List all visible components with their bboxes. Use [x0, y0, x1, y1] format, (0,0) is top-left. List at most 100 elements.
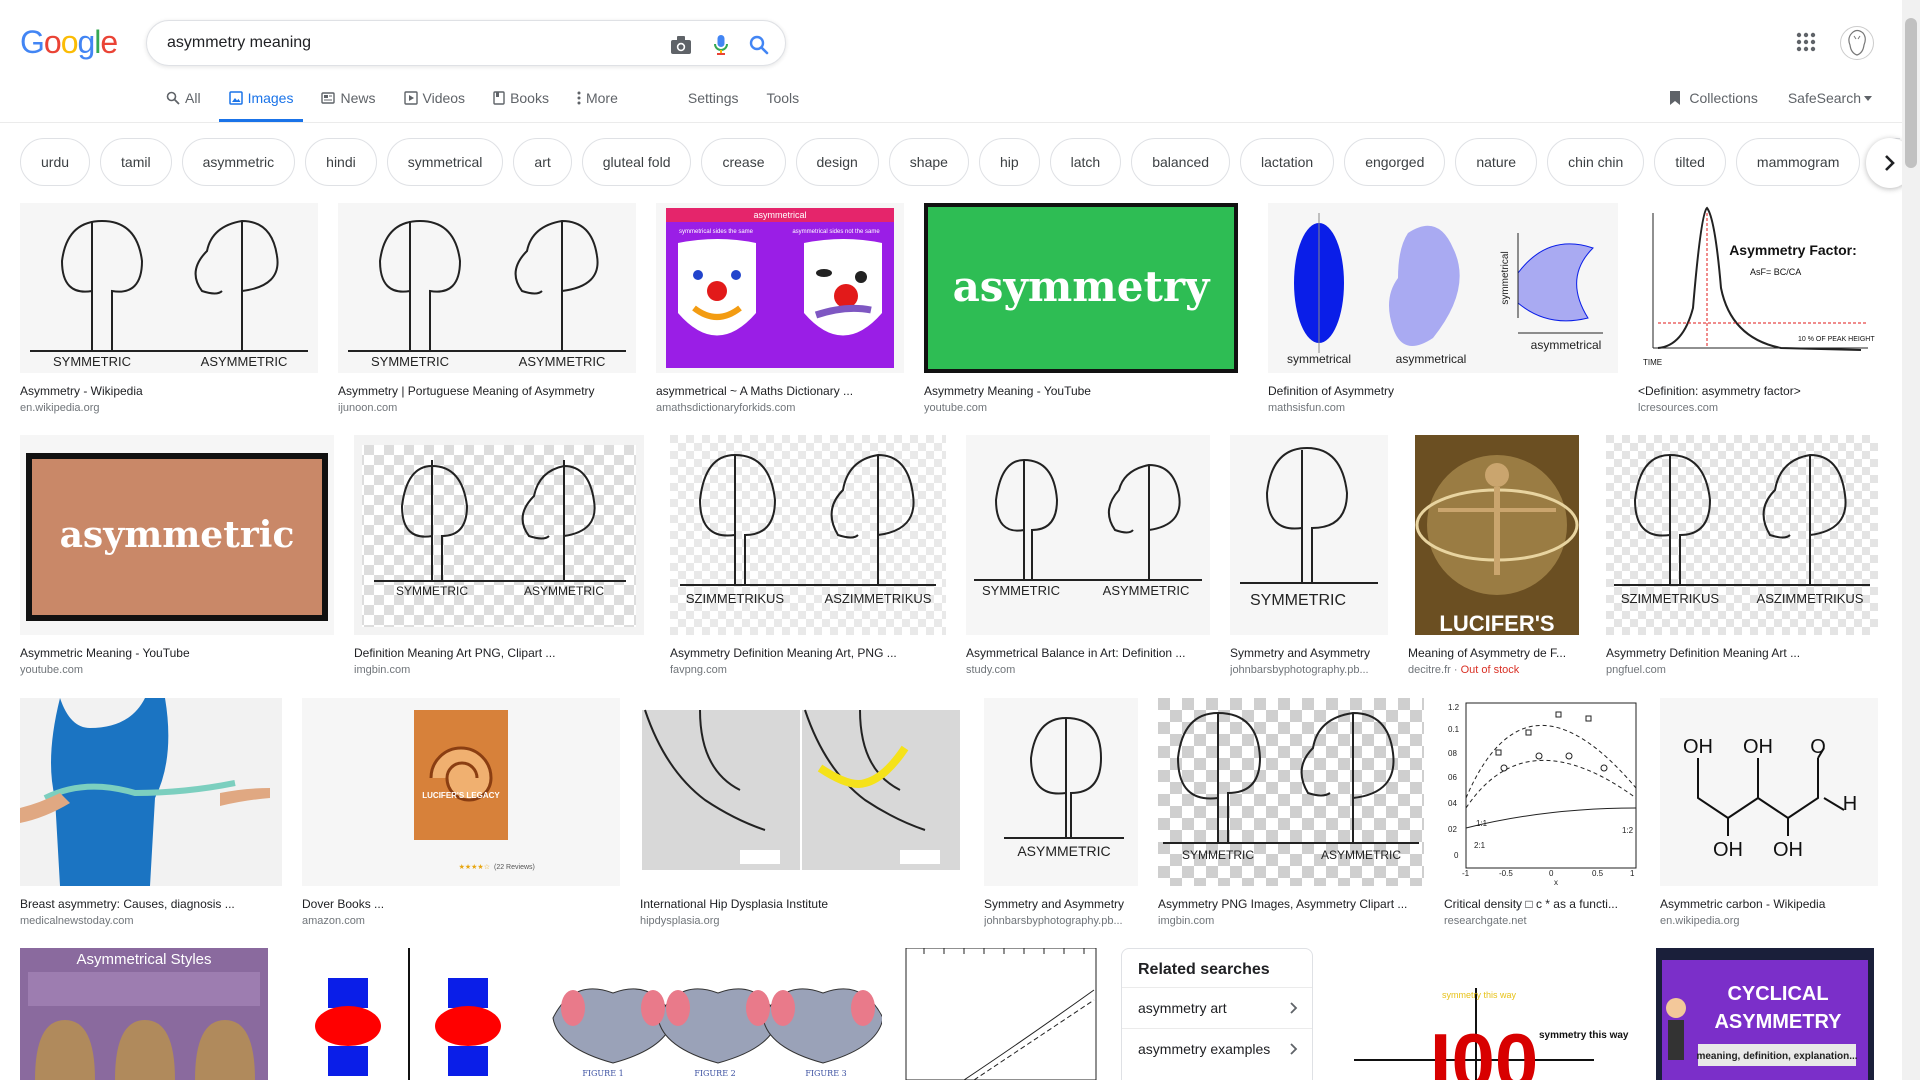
- chip[interactable]: symmetrical: [386, 138, 504, 186]
- microphone-icon[interactable]: [709, 33, 733, 57]
- image-result[interactable]: CYCLICAL ASYMMETRY meaning, definition, …: [1654, 948, 1876, 1080]
- image-result[interactable]: ASYMMETRIC Symmetry and Asymmetry johnba…: [984, 698, 1138, 929]
- chip[interactable]: engorged: [1344, 138, 1446, 186]
- chip[interactable]: shape: [888, 138, 969, 186]
- chip[interactable]: lactation: [1240, 138, 1335, 186]
- tools-link[interactable]: Tools: [766, 88, 799, 122]
- related-search-item[interactable]: asymmetry art: [1122, 987, 1312, 1028]
- image-result[interactable]: LUCIFER'S Meaning of Asymmetry de F... d…: [1408, 435, 1586, 678]
- search-input[interactable]: [167, 32, 647, 54]
- image-result[interactable]: OH OH O H OH OH Asymmetric carbon - Wiki…: [1660, 698, 1878, 929]
- result-thumbnail: 1.2 0.1 08 06 04 02 0 -1 -0.5 0 0.5 1 1:…: [1444, 698, 1640, 886]
- result-title[interactable]: <Definition: asymmetry factor>: [1638, 383, 1878, 399]
- result-title[interactable]: Asymmetrical Balance in Art: Definition …: [966, 645, 1210, 661]
- related-search-item[interactable]: asymmetry examples: [1122, 1028, 1312, 1069]
- image-result[interactable]: 1.2 0.1 08 06 04 02 0 -1 -0.5 0 0.5 1 1:…: [1444, 698, 1640, 929]
- camera-icon[interactable]: [669, 33, 693, 57]
- image-result[interactable]: asymmetrical symmetrical sides the same …: [656, 203, 904, 416]
- image-result[interactable]: Asymmetrical Styles: [20, 948, 268, 1080]
- chip[interactable]: balanced: [1131, 138, 1231, 186]
- chip[interactable]: mammogram: [1735, 138, 1861, 186]
- image-result[interactable]: [904, 948, 1098, 1080]
- result-title[interactable]: Breast asymmetry: Causes, diagnosis ...: [20, 896, 282, 912]
- image-result[interactable]: symmetry this way symmetry this way I00: [1334, 948, 1634, 1080]
- image-result[interactable]: [290, 948, 528, 1080]
- tick-label: 0.5: [1592, 869, 1604, 878]
- result-source: study.com: [966, 664, 1016, 676]
- image-result[interactable]: SYMMETRIC ASYMMETRIC Asymmetrical Balanc…: [966, 435, 1210, 678]
- tab-all[interactable]: All: [166, 88, 201, 122]
- chip[interactable]: crease: [701, 138, 786, 186]
- result-title[interactable]: Critical density □ c * as a functi...: [1444, 896, 1640, 912]
- thumb-label: symmetrical: [1500, 251, 1511, 304]
- result-title[interactable]: Definition of Asymmetry: [1268, 383, 1618, 399]
- result-title[interactable]: Asymmetry - Wikipedia: [20, 383, 318, 399]
- result-title[interactable]: Asymmetry Definition Meaning Art, PNG ..…: [670, 645, 946, 661]
- result-source: youtube.com: [20, 664, 83, 676]
- image-result[interactable]: asymmetric Asymmetric Meaning - YouTube …: [20, 435, 334, 678]
- image-result[interactable]: SYMMETRIC ASYMMETRIC Asymmetry - Wikiped…: [20, 203, 318, 416]
- image-result[interactable]: SYMMETRIC ASYMMETRIC Asymmetry PNG Image…: [1158, 698, 1424, 929]
- chip[interactable]: tamil: [100, 138, 172, 186]
- result-thumbnail: FIGURE 1 FIGURE 2 FIGURE 3: [548, 948, 882, 1080]
- image-result[interactable]: International Hip Dysplasia Institute hi…: [640, 698, 964, 929]
- chip[interactable]: nature: [1455, 138, 1538, 186]
- result-title[interactable]: Dover Books ...: [302, 896, 620, 912]
- chip[interactable]: hip: [978, 138, 1040, 186]
- tab-images[interactable]: Images: [218, 88, 304, 122]
- chip[interactable]: hindi: [305, 138, 377, 186]
- result-title[interactable]: International Hip Dysplasia Institute: [640, 896, 964, 912]
- image-result[interactable]: SYMMETRIC ASYMMETRIC Definition Meaning …: [354, 435, 644, 678]
- result-title[interactable]: Asymmetry | Portuguese Meaning of Asymme…: [338, 383, 636, 399]
- chip[interactable]: latch: [1049, 138, 1122, 186]
- page-scrollbar[interactable]: [1902, 0, 1920, 1080]
- image-result[interactable]: LUCIFER'S LEGACY ★★★★☆ (22 Reviews) Dove…: [302, 698, 620, 929]
- result-title[interactable]: Asymmetry Definition Meaning Art ...: [1606, 645, 1878, 661]
- result-title[interactable]: Asymmetric carbon - Wikipedia: [1660, 896, 1878, 912]
- result-thumbnail: OH OH O H OH OH: [1660, 698, 1878, 886]
- image-result[interactable]: asymmetry Asymmetry Meaning - YouTube yo…: [924, 203, 1238, 416]
- image-result[interactable]: Breast asymmetry: Causes, diagnosis ... …: [20, 698, 282, 929]
- chip[interactable]: art: [513, 138, 572, 186]
- chip[interactable]: tilted: [1654, 138, 1726, 186]
- chip[interactable]: asymmetric: [181, 138, 296, 186]
- tab-videos[interactable]: Videos: [403, 88, 465, 122]
- tab-more[interactable]: More: [577, 88, 618, 122]
- chip[interactable]: gluteal fold: [581, 138, 692, 186]
- tab-books[interactable]: Books: [493, 88, 549, 122]
- thumb-label: SZIMMETRIKUS: [1621, 591, 1720, 606]
- apps-grid-icon[interactable]: [1796, 32, 1820, 56]
- tab-news[interactable]: News: [321, 88, 376, 122]
- chip[interactable]: chin chin: [1547, 138, 1645, 186]
- tools-label: Tools: [766, 90, 800, 106]
- google-logo[interactable]: Google: [20, 24, 118, 61]
- safesearch-dropdown[interactable]: SafeSearch: [1788, 90, 1872, 106]
- thumb-label: ASYMMETRIC: [1321, 848, 1401, 862]
- result-title[interactable]: Symmetry and Asymmetry: [984, 896, 1138, 912]
- image-result[interactable]: FIGURE 1 FIGURE 2 FIGURE 3: [548, 948, 882, 1080]
- result-title[interactable]: asymmetrical ~ A Maths Dictionary ...: [656, 383, 904, 399]
- thumb-label: CYCLICAL: [1727, 983, 1828, 1005]
- chip[interactable]: design: [795, 138, 879, 186]
- result-title[interactable]: Definition Meaning Art PNG, Clipart ...: [354, 645, 644, 661]
- tick-label: 06: [1448, 773, 1457, 782]
- image-result[interactable]: SZIMMETRIKUS ASZIMMETRIKUS Asymmetry Def…: [670, 435, 946, 678]
- image-result[interactable]: SYMMETRIC Symmetry and Asymmetry johnbar…: [1230, 435, 1388, 678]
- image-result[interactable]: Asymmetry Factor: AsF= BC/CA TIME 10 % O…: [1638, 203, 1878, 416]
- result-source: imgbin.com: [354, 664, 411, 676]
- account-avatar[interactable]: [1840, 26, 1874, 60]
- scrollbar-thumb[interactable]: [1905, 18, 1917, 168]
- result-title[interactable]: Symmetry and Asymmetry: [1230, 645, 1388, 661]
- image-result[interactable]: SZIMMETRIKUS ASZIMMETRIKUS Asymmetry Def…: [1606, 435, 1878, 678]
- result-title[interactable]: Meaning of Asymmetry de F...: [1408, 645, 1586, 661]
- image-result[interactable]: SYMMETRIC ASYMMETRIC Asymmetry | Portugu…: [338, 203, 636, 416]
- result-title[interactable]: Asymmetry PNG Images, Asymmetry Clipart …: [1158, 896, 1424, 912]
- settings-link[interactable]: Settings: [688, 88, 739, 122]
- result-title[interactable]: Asymmetry Meaning - YouTube: [924, 383, 1238, 399]
- chip[interactable]: urdu: [20, 138, 91, 186]
- result-title[interactable]: Asymmetric Meaning - YouTube: [20, 645, 334, 661]
- search-icon[interactable]: [747, 33, 771, 57]
- collections-link[interactable]: Collections: [1669, 90, 1758, 106]
- image-result[interactable]: symmetrical asymmetrical asymmetrical sy…: [1268, 203, 1618, 416]
- thumb-decoration: I00: [1430, 1017, 1538, 1080]
